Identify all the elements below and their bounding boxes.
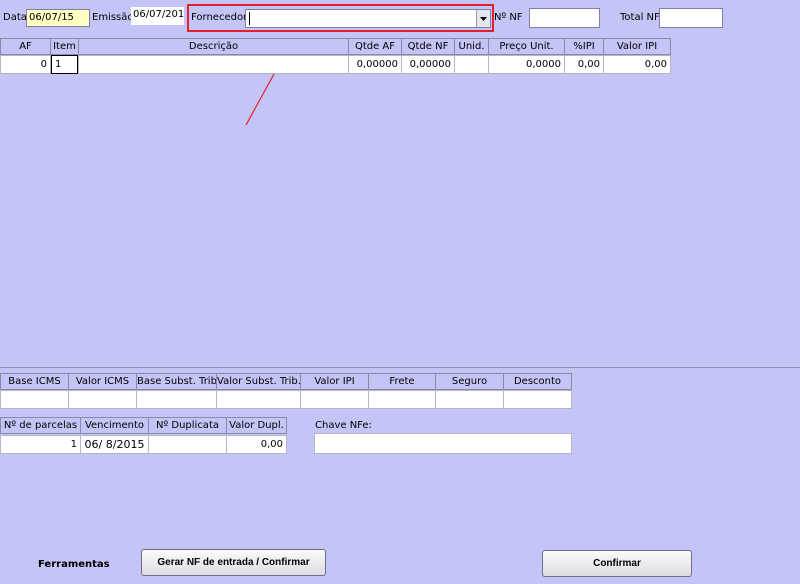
nf-field[interactable] (529, 8, 600, 28)
col-frete: Frete (368, 373, 436, 390)
base-icms-field[interactable] (0, 390, 69, 409)
chave-nfe-field[interactable] (314, 433, 572, 454)
cell-valor-ipi[interactable]: 0,00 (603, 55, 671, 74)
col-preco-unit[interactable]: Preço Unit. (488, 38, 565, 55)
col-base-icms: Base ICMS (0, 373, 69, 390)
cell-qtde-af[interactable]: 0,00000 (348, 55, 402, 74)
col-qtde-nf[interactable]: Qtde NF (401, 38, 455, 55)
valor-subst-trib-field[interactable] (216, 390, 301, 409)
n-duplicata-field[interactable] (148, 435, 227, 454)
col-valor-ipi-total: Valor IPI (300, 373, 369, 390)
cell-preco-unit[interactable]: 0,0000 (488, 55, 565, 74)
col-descricao[interactable]: Descrição (78, 38, 349, 55)
ferramentas-label[interactable]: Ferramentas (38, 559, 110, 570)
valor-ipi-total-field[interactable] (300, 390, 369, 409)
cell-unid[interactable] (454, 55, 489, 74)
data-label: Data (3, 12, 27, 23)
cell-item[interactable]: 1 (51, 55, 78, 74)
col-unid[interactable]: Unid. (454, 38, 489, 55)
col-desconto: Desconto (503, 373, 572, 390)
col-seguro: Seguro (435, 373, 504, 390)
col-n-duplicata: Nº Duplicata (148, 417, 227, 434)
dropdown-button[interactable] (476, 10, 490, 27)
total-nf-label: Total NF (620, 12, 660, 23)
confirmar-button[interactable]: Confirmar (542, 550, 692, 577)
vencimento-field[interactable]: 06/ 8/2015 (80, 435, 149, 454)
emissao-label: Emissão (92, 12, 134, 23)
cell-descricao[interactable] (78, 55, 349, 74)
fornecedor-combobox[interactable] (245, 9, 491, 28)
fornecedor-label: Fornecedor (191, 12, 248, 23)
gerar-nf-entrada-button[interactable]: Gerar NF de entrada / Confirmar (141, 549, 326, 576)
chave-nfe-label: Chave NFe: (315, 420, 372, 431)
col-valor-ipi[interactable]: Valor IPI (603, 38, 671, 55)
col-af[interactable]: AF (0, 38, 51, 55)
frete-field[interactable] (368, 390, 436, 409)
col-valor-icms: Valor ICMS (68, 373, 137, 390)
col-qtde-af[interactable]: Qtde AF (348, 38, 402, 55)
seguro-field[interactable] (435, 390, 504, 409)
valor-icms-field[interactable] (68, 390, 137, 409)
col-base-subst-trib: Base Subst. Trib. (136, 373, 217, 390)
emissao-field[interactable]: 06/07/2015 (131, 7, 184, 25)
base-subst-trib-field[interactable] (136, 390, 217, 409)
desconto-field[interactable] (503, 390, 572, 409)
data-field[interactable]: 06/07/15 (26, 9, 90, 27)
col-ipi-percent[interactable]: %IPI (564, 38, 604, 55)
col-valor-dupl: Valor Dupl. (226, 417, 287, 434)
col-n-parcelas: Nº de parcelas (0, 417, 81, 434)
n-parcelas-field[interactable]: 1 (0, 435, 81, 454)
col-item[interactable]: Item (50, 38, 79, 55)
col-valor-subst-trib: Valor Subst. Trib. (216, 373, 301, 390)
total-nf-field[interactable] (659, 8, 723, 28)
col-vencimento: Vencimento (80, 417, 149, 434)
cell-ipi-percent[interactable]: 0,00 (564, 55, 604, 74)
cell-af[interactable]: 0 (0, 55, 51, 74)
nf-label: Nº NF (494, 12, 523, 23)
chevron-down-icon (480, 17, 487, 21)
valor-dupl-field[interactable]: 0,00 (226, 435, 287, 454)
text-cursor (249, 12, 250, 25)
section-divider (0, 367, 800, 368)
cell-qtde-nf[interactable]: 0,00000 (401, 55, 455, 74)
